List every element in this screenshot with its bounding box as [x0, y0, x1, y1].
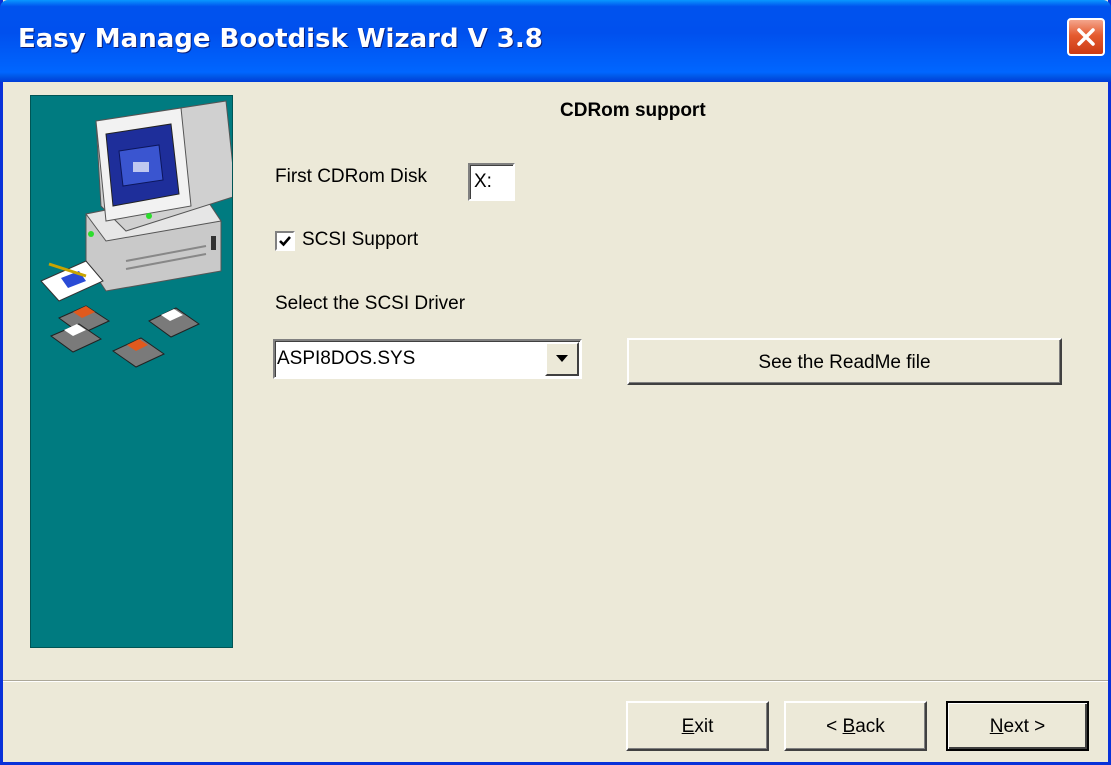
power-led	[88, 231, 94, 237]
dropdown-button[interactable]	[545, 342, 579, 376]
scsi-support-checkbox[interactable]	[275, 231, 295, 251]
close-button[interactable]	[1067, 18, 1105, 56]
window-title: Easy Manage Bootdisk Wizard V 3.8	[18, 24, 543, 54]
close-icon	[1077, 28, 1095, 46]
select-driver-label: Select the SCSI Driver	[275, 293, 466, 314]
first-cdrom-label: First CDRom Disk	[275, 166, 427, 187]
checkmark-icon	[279, 236, 291, 247]
back-button-label: < Back	[826, 716, 885, 737]
first-cdrom-value: X:	[474, 171, 492, 192]
chevron-down-icon	[556, 355, 568, 362]
drive-slot	[211, 236, 216, 250]
page-heading: CDRom support	[560, 100, 706, 121]
exit-button-label: Exit	[681, 716, 714, 737]
wizard-window: Easy Manage Bootdisk Wizard V 3.8 CDRom …	[0, 0, 1111, 765]
scsi-support-label[interactable]: SCSI Support	[302, 229, 418, 251]
readme-button-label: See the ReadMe file	[758, 352, 931, 373]
exit-button[interactable]: Exit	[626, 701, 769, 751]
computer-floppy-disks-illustration	[40, 100, 232, 368]
title-bar[interactable]: Easy Manage Bootdisk Wizard V 3.8	[0, 0, 1111, 82]
readme-button[interactable]: See the ReadMe file	[627, 338, 1062, 385]
back-button[interactable]: < Back	[784, 701, 927, 751]
scsi-driver-selected: ASPI8DOS.SYS	[277, 348, 416, 369]
next-button-label: Next >	[989, 716, 1046, 737]
footer-divider	[3, 680, 1108, 682]
first-cdrom-field[interactable]: X:	[468, 163, 515, 201]
scsi-driver-select[interactable]: ASPI8DOS.SYS	[273, 339, 582, 379]
next-button[interactable]: Next >	[946, 701, 1089, 751]
sidebar-panel	[30, 95, 233, 648]
